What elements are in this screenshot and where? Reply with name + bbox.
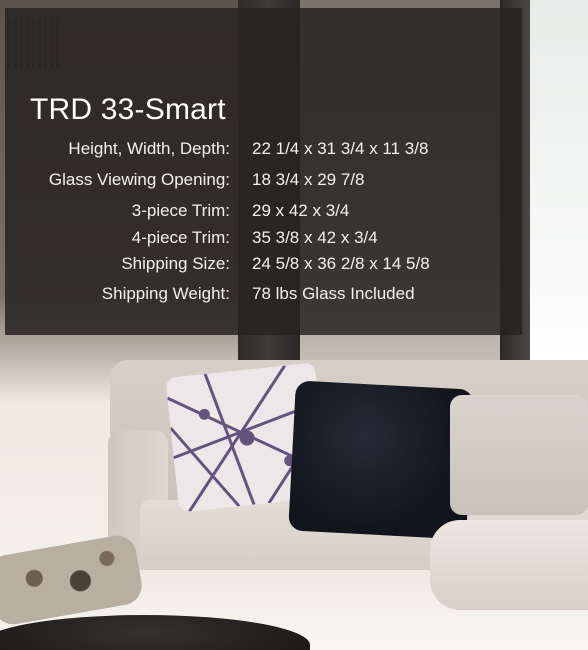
gray-pillow bbox=[450, 395, 588, 515]
navy-pillow bbox=[288, 380, 474, 540]
spec-value: 24 5/8 x 36 2/8 x 14 5/8 bbox=[252, 254, 430, 273]
throw-blanket bbox=[430, 520, 588, 610]
spec-label: 3-piece Trim: bbox=[131, 201, 230, 220]
spec-label: Height, Width, Depth: bbox=[68, 139, 230, 158]
spec-label: 4-piece Trim: bbox=[131, 228, 230, 247]
product-title: TRD 33-Smart bbox=[30, 93, 226, 126]
spec-value: 29 x 42 x 3/4 bbox=[252, 201, 350, 220]
spec-value: 18 3/4 x 29 7/8 bbox=[252, 170, 365, 189]
spec-value: 22 1/4 x 31 3/4 x 11 3/8 bbox=[252, 139, 429, 158]
spec-label: Shipping Size: bbox=[121, 254, 230, 273]
spec-label: Glass Viewing Opening: bbox=[48, 170, 230, 189]
spec-value: 35 3/8 x 42 x 3/4 bbox=[252, 228, 378, 247]
window-bright bbox=[530, 0, 588, 380]
spec-label: Shipping Weight: bbox=[101, 284, 230, 303]
spec-value: 78 lbs Glass Included bbox=[252, 284, 415, 303]
